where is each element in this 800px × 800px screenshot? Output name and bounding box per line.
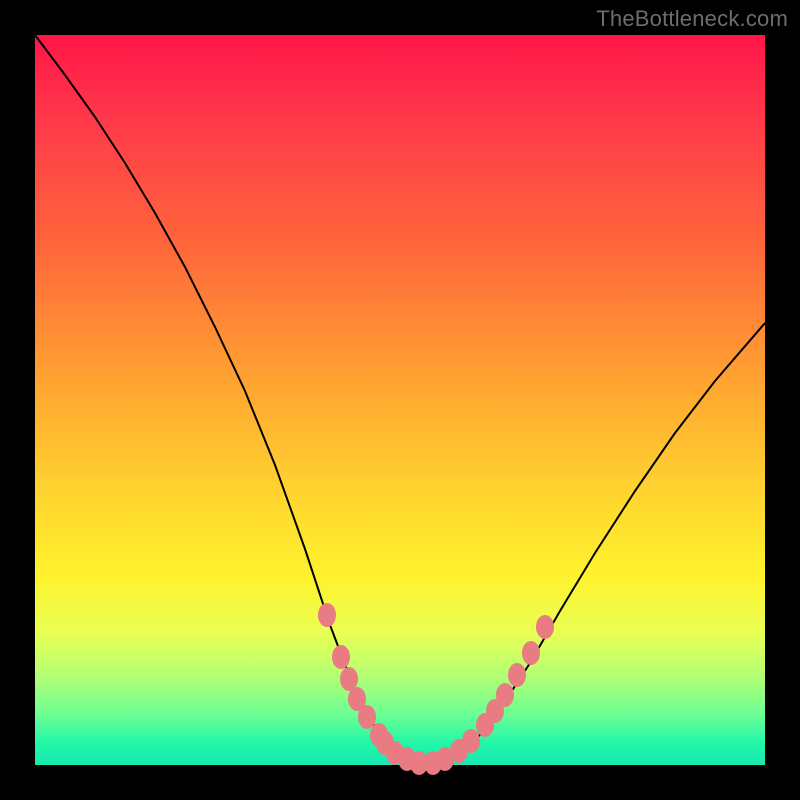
marker-point xyxy=(358,705,376,729)
watermark-text: TheBottleneck.com xyxy=(596,6,788,32)
marker-point xyxy=(522,641,540,665)
marker-point xyxy=(536,615,554,639)
curve-svg xyxy=(35,35,765,765)
marker-point xyxy=(496,683,514,707)
marker-group xyxy=(318,603,554,775)
bottleneck-curve xyxy=(35,35,765,763)
marker-point xyxy=(318,603,336,627)
marker-point xyxy=(332,645,350,669)
chart-frame: TheBottleneck.com xyxy=(0,0,800,800)
plot-area xyxy=(35,35,765,765)
marker-point xyxy=(462,729,480,753)
marker-point xyxy=(508,663,526,687)
